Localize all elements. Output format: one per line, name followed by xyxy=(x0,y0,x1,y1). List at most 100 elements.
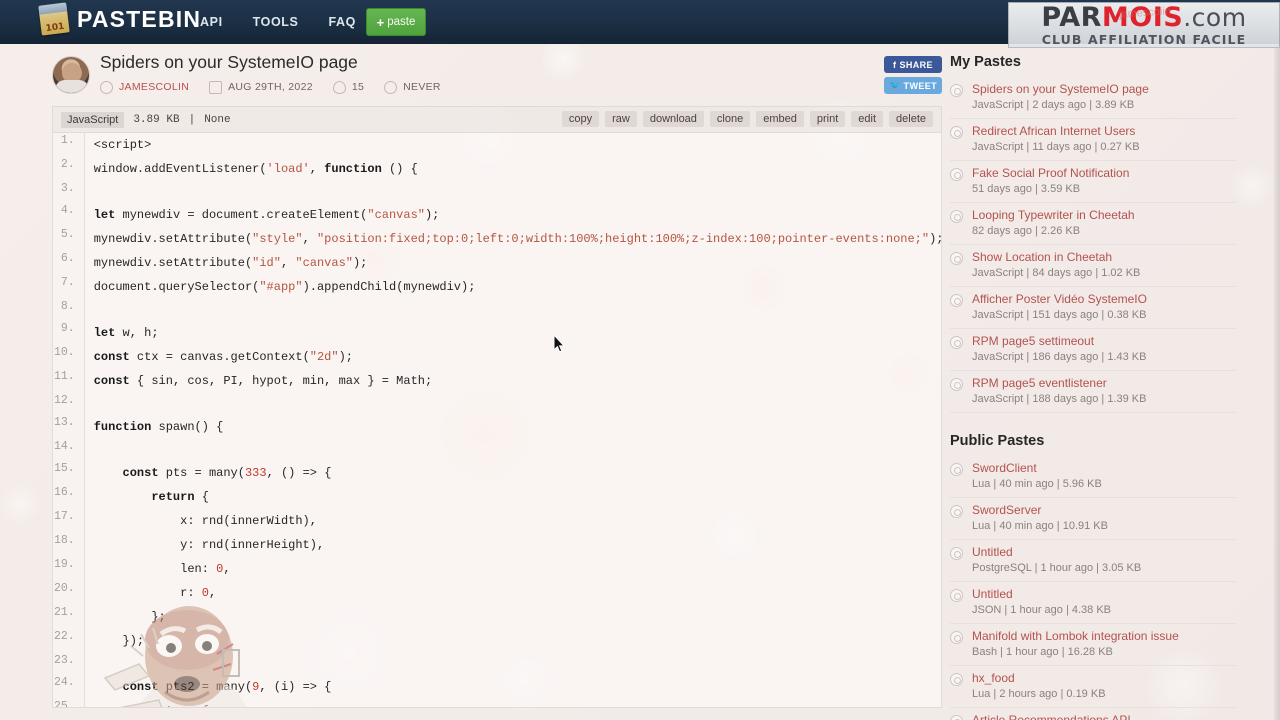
list-item[interactable]: Article Recommendations APIPython | 2 ho… xyxy=(950,708,1236,720)
code-line: 13. function spawn() { xyxy=(53,415,941,439)
paste-file-icon xyxy=(950,547,963,560)
line-number: 24. xyxy=(53,675,85,699)
my-paste-title[interactable]: Afficher Poster Vidéo SystemeIO xyxy=(972,292,1236,307)
public-paste-title[interactable]: hx_food xyxy=(972,671,1236,686)
list-item[interactable]: Manifold with Lombok integration issue Ba… xyxy=(950,624,1236,666)
delete-button[interactable]: delete xyxy=(889,111,933,127)
code-line: 11. const { sin, cos, PI, hypot, min, max… xyxy=(53,369,941,393)
language-chip[interactable]: JavaScript xyxy=(61,111,125,128)
line-number: 19. xyxy=(53,557,85,581)
code-line: 14. xyxy=(53,439,941,461)
line-content xyxy=(84,439,941,461)
public-paste-title[interactable]: Untitled xyxy=(972,545,1236,560)
list-item[interactable]: Afficher Poster Vidéo SystemeIO JavaScrip… xyxy=(950,287,1236,329)
paste-author[interactable]: JAMESCOLIN xyxy=(119,81,189,93)
nav-links: API TOOLS FAQ xyxy=(200,0,356,44)
list-item[interactable]: Looping Typewriter in Cheetah 82 days ago… xyxy=(950,203,1236,245)
toolbar-actions: copy raw download clone embed print edit… xyxy=(561,111,933,127)
line-number: 21. xyxy=(53,605,85,629)
line-content xyxy=(84,393,941,415)
public-paste-title[interactable]: SwordServer xyxy=(972,503,1236,518)
facebook-share-button[interactable]: f SHARE xyxy=(884,56,942,73)
my-paste-title[interactable]: RPM page5 eventlistener xyxy=(972,376,1236,391)
print-button[interactable]: print xyxy=(809,111,846,127)
list-item[interactable]: Untitled JSON | 1 hour ago | 4.38 KB xyxy=(950,582,1236,624)
paste-file-icon xyxy=(950,294,963,307)
list-item[interactable]: SwordServer Lua | 40 min ago | 10.91 KB xyxy=(950,498,1236,540)
list-item[interactable]: Spiders on your SystemeIO page JavaScript… xyxy=(950,77,1236,119)
edit-button[interactable]: edit xyxy=(851,111,884,127)
sidebar: My Pastes Spiders on your SystemeIO page… xyxy=(950,50,1236,720)
my-paste-title[interactable]: Looping Typewriter in Cheetah xyxy=(972,208,1236,223)
line-number: 23. xyxy=(53,653,85,675)
list-item[interactable]: RPM page5 settimeout JavaScript | 186 day… xyxy=(950,329,1236,371)
app-root: Spiders on your SystemeIO page JAMESCOLI… xyxy=(0,0,1280,720)
copy-button[interactable]: copy xyxy=(561,111,600,127)
line-number: 8. xyxy=(53,299,85,321)
nav-item-api[interactable]: API xyxy=(200,15,223,29)
pastebin-logo[interactable]: 101 PASTEBIN xyxy=(38,2,201,36)
list-item[interactable]: Fake Social Proof Notification 51 days ag… xyxy=(950,161,1236,203)
my-paste-meta: JavaScript | 188 days ago | 1.39 KB xyxy=(972,393,1147,405)
my-paste-title[interactable]: Redirect African Internet Users xyxy=(972,124,1236,139)
paste-views: 15 xyxy=(351,80,365,93)
my-paste-meta: JavaScript | 84 days ago | 1.02 KB xyxy=(972,267,1141,279)
list-item[interactable]: Redirect African Internet Users JavaScrip… xyxy=(950,119,1236,161)
code-line: 1. <script> xyxy=(53,133,941,157)
notepad-icon: 101 xyxy=(38,2,70,36)
twitter-tweet-button[interactable]: 🐦 TWEET xyxy=(884,77,942,94)
public-paste-title[interactable]: Untitled xyxy=(972,587,1236,602)
download-button[interactable]: download xyxy=(642,111,704,127)
page-scrollbar-edge[interactable] xyxy=(1274,44,1280,720)
my-paste-meta: JavaScript | 2 days ago | 3.89 KB xyxy=(972,99,1135,111)
page-background: Spiders on your SystemeIO page JAMESCOLI… xyxy=(0,36,1280,720)
clone-button[interactable]: clone xyxy=(709,111,751,127)
line-content xyxy=(84,181,941,203)
public-paste-title[interactable]: SwordClient xyxy=(972,461,1236,476)
code-line: 25. return { xyxy=(53,699,941,707)
line-content: mynewdiv.setAttribute("id", "canvas"); xyxy=(93,256,368,270)
nav-item-faq[interactable]: FAQ xyxy=(328,15,356,29)
code-line: 19. len: 0, xyxy=(53,557,941,581)
list-item[interactable]: Untitled PostgreSQL | 1 hour ago | 3.05 K… xyxy=(950,540,1236,582)
code-line: 23. xyxy=(53,653,941,675)
list-item[interactable]: RPM page5 eventlistener JavaScript | 188 … xyxy=(950,371,1236,413)
code-line: 8. xyxy=(53,299,941,321)
paste-file-icon xyxy=(950,715,963,720)
line-number: 14. xyxy=(53,439,85,461)
my-paste-title[interactable]: RPM page5 settimeout xyxy=(972,334,1236,349)
user-icon xyxy=(100,81,113,94)
my-paste-title[interactable]: Fake Social Proof Notification xyxy=(972,166,1236,181)
embed-button[interactable]: embed xyxy=(756,111,804,127)
public-paste-title[interactable]: Manifold with Lombok integration issue xyxy=(972,629,1236,644)
paste-file-icon xyxy=(950,210,963,223)
list-item[interactable]: Show Location in Cheetah JavaScript | 84 … xyxy=(950,245,1236,287)
bokeh-blob xyxy=(0,484,40,524)
new-paste-button[interactable]: + paste xyxy=(366,8,426,36)
raw-button[interactable]: raw xyxy=(605,111,637,127)
clock-icon xyxy=(384,81,398,94)
avatar[interactable] xyxy=(52,56,90,94)
code-body: 1. <script> 2. window.addEventListener('loa… xyxy=(53,133,941,707)
public-paste-title[interactable]: Article Recommendations API xyxy=(972,713,1236,720)
line-number: 18. xyxy=(53,533,85,557)
line-content: return { xyxy=(151,490,209,504)
code-line: 22. }); xyxy=(53,629,941,653)
my-paste-title[interactable]: Spiders on your SystemeIO page xyxy=(972,82,1236,97)
my-pastes-heading: My Pastes xyxy=(950,54,1021,70)
list-item[interactable]: hx_food Lua | 2 hours ago | 0.19 KB xyxy=(950,666,1236,708)
list-item[interactable]: SwordClient Lua | 40 min ago | 5.96 KB xyxy=(950,456,1236,498)
code-viewer[interactable]: 1. <script> 2. window.addEventListener('loa… xyxy=(52,132,942,708)
code-line: 4. let mynewdiv = document.createElement(… xyxy=(53,203,941,227)
line-number: 10. xyxy=(53,345,85,369)
line-content xyxy=(84,299,941,321)
code-line: 20. r: 0, xyxy=(53,581,941,605)
my-paste-title[interactable]: Show Location in Cheetah xyxy=(972,250,1236,265)
paste-file-icon xyxy=(950,673,963,686)
paste-file-icon xyxy=(950,378,963,391)
my-paste-meta: JavaScript | 11 days ago | 0.27 KB xyxy=(972,141,1140,153)
line-content: let w, h; xyxy=(93,326,159,340)
line-number: 2. xyxy=(53,157,85,181)
public-pastes-list: SwordClient Lua | 40 min ago | 5.96 KB Swo… xyxy=(950,456,1236,720)
nav-item-tools[interactable]: TOOLS xyxy=(253,15,299,29)
